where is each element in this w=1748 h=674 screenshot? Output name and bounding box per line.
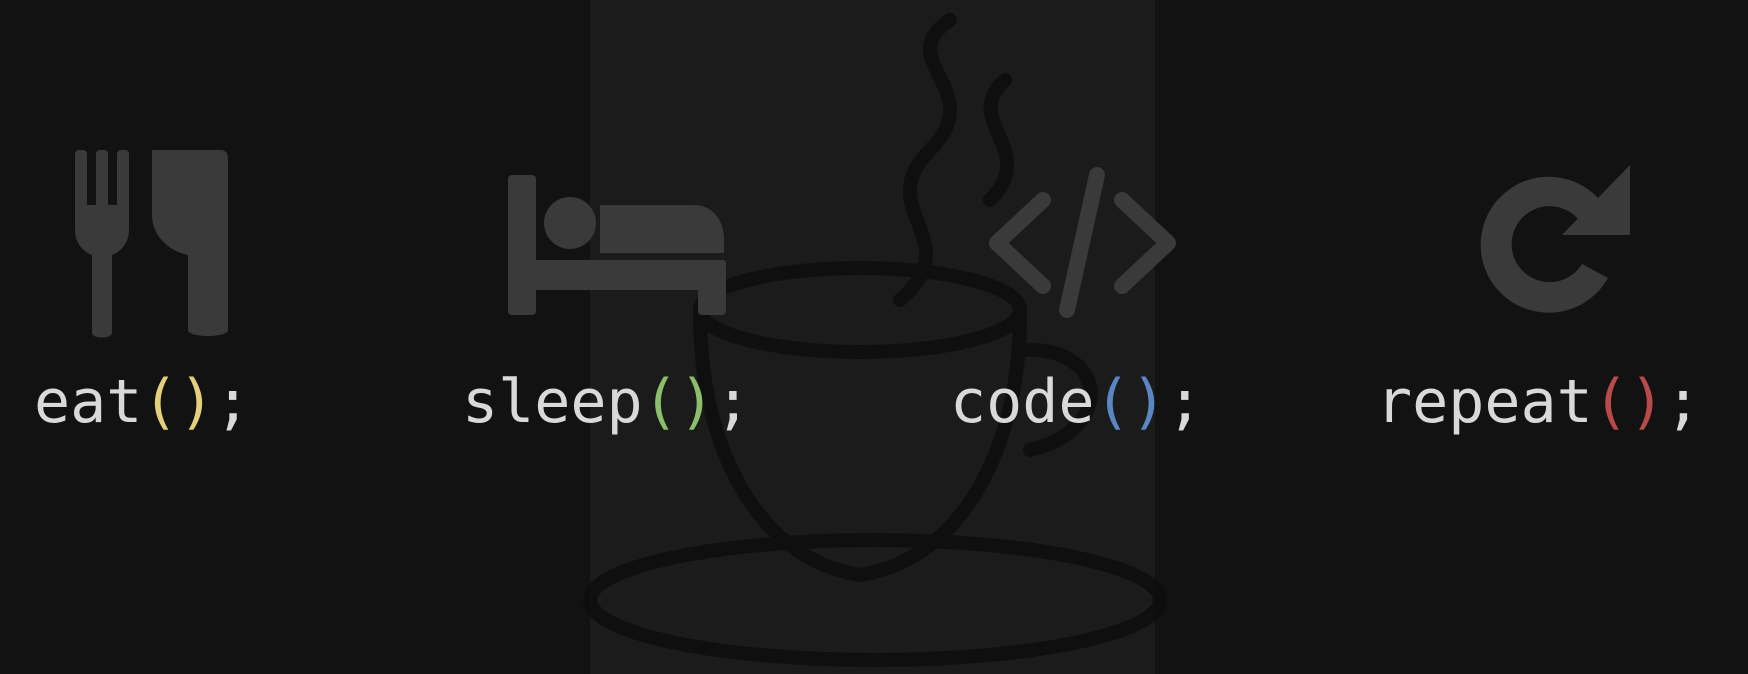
open-paren: ( <box>642 367 679 437</box>
function-name: eat <box>34 367 143 437</box>
code-brackets-icon <box>989 167 1176 318</box>
function-name: sleep <box>462 367 643 437</box>
sleep-label: sleep(); <box>462 372 751 432</box>
close-paren: ) <box>178 367 215 437</box>
bed-icon <box>508 175 726 315</box>
eat-label: eat(); <box>34 372 251 432</box>
repeat-label: repeat(); <box>1376 372 1701 432</box>
close-paren: ) <box>1628 367 1665 437</box>
function-name: repeat <box>1376 367 1593 437</box>
code-label: code(); <box>950 372 1203 432</box>
semicolon: ; <box>214 367 251 437</box>
close-paren: ) <box>678 367 715 437</box>
open-paren: ( <box>142 367 179 437</box>
coffee-cup-icon <box>583 13 1167 667</box>
fork-knife-icon <box>75 150 228 338</box>
semicolon: ; <box>1665 367 1702 437</box>
function-name: code <box>950 367 1095 437</box>
refresh-icon <box>1480 165 1630 313</box>
close-paren: ) <box>1130 367 1167 437</box>
semicolon: ; <box>714 367 751 437</box>
wallpaper-canvas: eat(); sleep(); code(); repeat(); <box>0 0 1748 674</box>
open-paren: ( <box>1094 367 1131 437</box>
open-paren: ( <box>1592 367 1629 437</box>
semicolon: ; <box>1166 367 1203 437</box>
